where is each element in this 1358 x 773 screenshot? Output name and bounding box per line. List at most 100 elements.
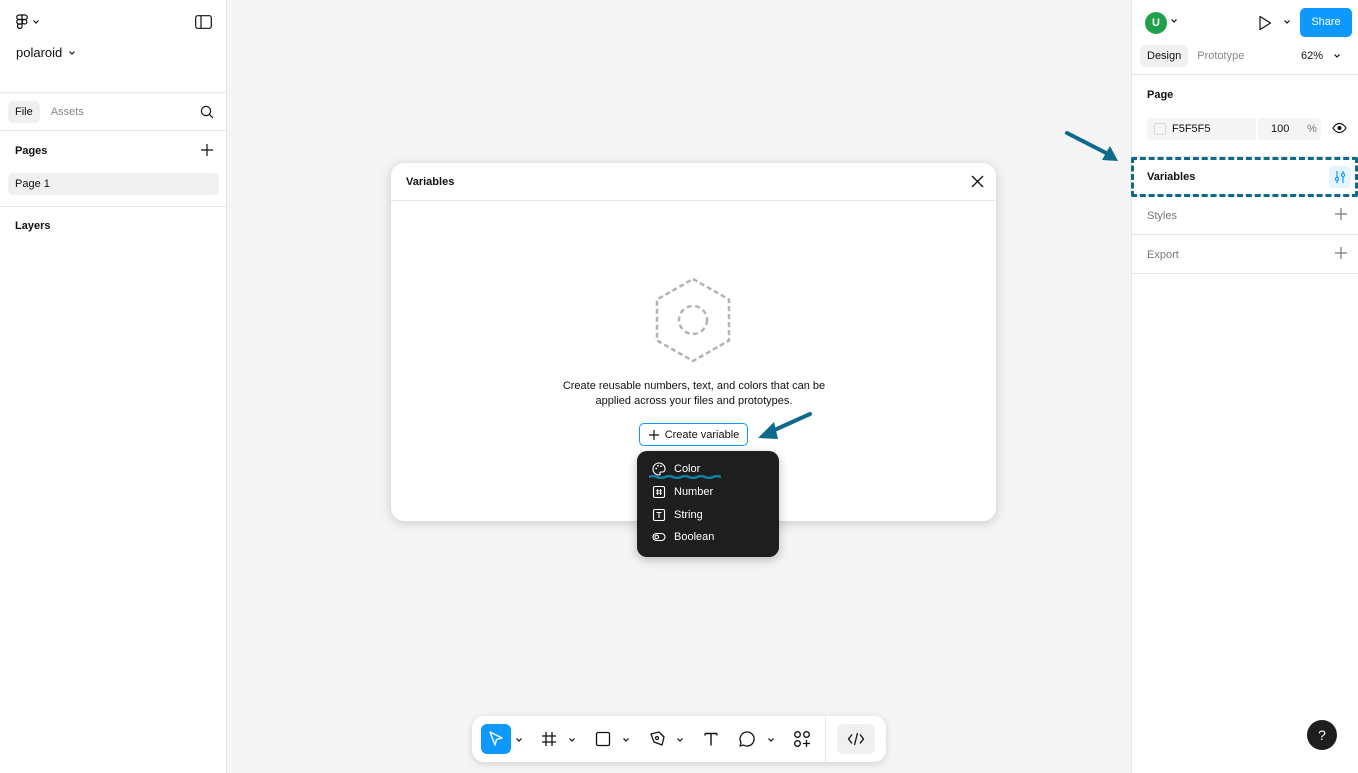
chevron-down-icon[interactable] bbox=[767, 736, 775, 744]
close-icon bbox=[971, 175, 984, 188]
sidebar-icon bbox=[195, 15, 212, 29]
menu-item-label: String bbox=[674, 508, 703, 521]
variable-type-menu: Color Number String Boolean bbox=[637, 451, 779, 557]
menu-item-label: Color bbox=[674, 463, 701, 476]
chevron-down-icon bbox=[33, 20, 39, 24]
empty-state-text: Create reusable numbers, text, and color… bbox=[562, 380, 826, 407]
create-variable-button[interactable]: Create variable bbox=[639, 423, 748, 446]
annotation-underline bbox=[649, 475, 721, 479]
text-tool-button[interactable] bbox=[700, 724, 722, 754]
plus-icon bbox=[648, 429, 659, 440]
chevron-down-icon[interactable] bbox=[1283, 18, 1291, 26]
file-name-menu[interactable]: polaroid bbox=[16, 45, 76, 60]
page-item[interactable]: Page 1 bbox=[8, 173, 219, 195]
frame-tool-button[interactable] bbox=[538, 724, 560, 754]
avatar[interactable]: U bbox=[1145, 12, 1167, 34]
right-panel-header: U Share Design Prototype 62% bbox=[1132, 0, 1358, 75]
rectangle-icon bbox=[595, 731, 611, 747]
plus-icon bbox=[201, 144, 213, 156]
chevron-down-icon bbox=[1334, 54, 1340, 58]
dialog-title: Variables bbox=[406, 176, 455, 188]
menu-item-number[interactable]: Number bbox=[637, 481, 779, 504]
styles-label: Styles bbox=[1147, 210, 1177, 222]
right-panel: U Share Design Prototype 62% Page F5F5F5… bbox=[1131, 0, 1358, 773]
cursor-icon bbox=[489, 731, 503, 746]
zoom-menu[interactable]: 62% bbox=[1301, 50, 1341, 62]
eye-icon bbox=[1332, 122, 1347, 134]
shape-tool-button[interactable] bbox=[592, 724, 614, 754]
help-button[interactable]: ? bbox=[1307, 720, 1337, 750]
menu-item-label: Boolean bbox=[674, 531, 715, 544]
hash-icon bbox=[652, 485, 666, 499]
page-color-hex[interactable]: F5F5F5 bbox=[1172, 123, 1211, 135]
search-icon bbox=[200, 105, 214, 119]
right-panel-tabs: Design Prototype bbox=[1140, 45, 1251, 67]
menu-item-color[interactable]: Color bbox=[637, 458, 779, 481]
field-divider bbox=[1256, 118, 1258, 140]
annotation-highlight-box bbox=[1131, 157, 1358, 197]
variables-row[interactable]: Variables bbox=[1131, 157, 1358, 197]
tab-prototype[interactable]: Prototype bbox=[1190, 45, 1251, 67]
export-label: Export bbox=[1147, 249, 1179, 261]
chevron-down-icon[interactable] bbox=[568, 736, 576, 744]
play-icon bbox=[1259, 15, 1272, 31]
left-panel-tabs: File Assets bbox=[0, 93, 226, 131]
pages-title: Pages bbox=[15, 145, 48, 157]
present-button[interactable] bbox=[1258, 15, 1272, 34]
tab-file[interactable]: File bbox=[8, 100, 40, 123]
share-button[interactable]: Share bbox=[1300, 8, 1352, 37]
code-icon bbox=[847, 732, 865, 746]
move-tool-button[interactable] bbox=[481, 724, 511, 754]
add-style-button[interactable] bbox=[1334, 207, 1348, 224]
add-page-button[interactable] bbox=[200, 143, 214, 160]
styles-row[interactable]: Styles bbox=[1132, 196, 1358, 235]
left-panel: polaroid File Assets Pages Page 1 Layers bbox=[0, 0, 227, 773]
bottom-toolbar bbox=[472, 716, 886, 762]
dialog-header: Variables bbox=[391, 163, 996, 201]
export-row[interactable]: Export bbox=[1132, 235, 1358, 274]
search-button[interactable] bbox=[200, 105, 214, 122]
chevron-down-icon[interactable] bbox=[515, 736, 523, 744]
chevron-down-icon bbox=[69, 50, 76, 55]
page-section: Page F5F5F5 100 % bbox=[1132, 75, 1358, 157]
toggle-icon bbox=[652, 533, 666, 542]
create-variable-label: Create variable bbox=[664, 428, 740, 441]
chevron-down-icon[interactable] bbox=[1170, 17, 1178, 25]
variables-empty-illustration-icon bbox=[655, 277, 731, 363]
chevron-down-icon[interactable] bbox=[622, 736, 630, 744]
file-name: polaroid bbox=[16, 45, 63, 60]
dev-mode-toggle[interactable] bbox=[837, 724, 875, 754]
menu-item-string[interactable]: String bbox=[637, 503, 779, 526]
pen-tool-button[interactable] bbox=[646, 724, 668, 754]
actions-tool-button[interactable] bbox=[790, 724, 814, 754]
comment-tool-button[interactable] bbox=[736, 724, 758, 754]
menu-item-label: Number bbox=[674, 486, 714, 499]
visibility-toggle[interactable] bbox=[1332, 122, 1347, 137]
plus-icon bbox=[1335, 208, 1347, 220]
close-dialog-button[interactable] bbox=[970, 174, 985, 192]
pen-icon bbox=[650, 731, 665, 746]
add-export-button[interactable] bbox=[1334, 246, 1348, 263]
pages-section: Pages Page 1 bbox=[0, 131, 226, 207]
tab-design[interactable]: Design bbox=[1140, 45, 1189, 67]
zoom-level: 62% bbox=[1301, 50, 1324, 62]
main-menu-button[interactable] bbox=[16, 14, 40, 30]
tab-assets[interactable]: Assets bbox=[44, 101, 91, 123]
text-icon bbox=[704, 732, 718, 746]
page-section-title: Page bbox=[1147, 89, 1174, 101]
text-icon bbox=[652, 508, 666, 521]
components-icon bbox=[794, 731, 810, 747]
comment-icon bbox=[739, 731, 755, 747]
color-swatch[interactable] bbox=[1154, 123, 1166, 135]
menu-item-boolean[interactable]: Boolean bbox=[637, 526, 779, 549]
opacity-unit: % bbox=[1307, 123, 1317, 135]
annotation-arrow-icon bbox=[758, 412, 812, 439]
plus-icon bbox=[1335, 247, 1347, 259]
chevron-down-icon[interactable] bbox=[676, 736, 684, 744]
layers-title: Layers bbox=[15, 220, 51, 232]
toolbar-divider bbox=[825, 716, 826, 762]
sidebar-toggle-button[interactable] bbox=[195, 15, 212, 32]
annotation-arrow-icon bbox=[1065, 131, 1118, 161]
page-color-field[interactable]: F5F5F5 100 % bbox=[1147, 118, 1321, 140]
page-opacity[interactable]: 100 bbox=[1271, 123, 1289, 135]
